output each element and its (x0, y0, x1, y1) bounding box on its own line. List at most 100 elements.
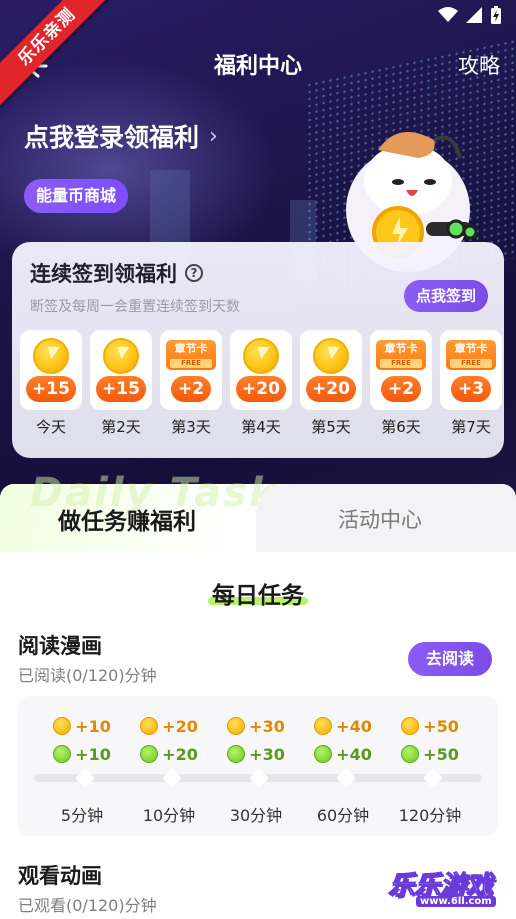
chevron-right-icon: › (209, 123, 218, 149)
green-reward: +30 (249, 744, 285, 764)
day-label: 第6天 (381, 418, 421, 436)
task-read-comics-name: 阅读漫画 (18, 634, 102, 658)
sign-in-day: +20 第4天 (230, 330, 292, 437)
chapter-card-text: 章节卡 (384, 342, 418, 355)
sign-in-title-text: 连续签到领福利 (30, 262, 177, 286)
green-reward: +10 (75, 744, 111, 764)
coin-icon (401, 717, 420, 735)
day-label: 第4天 (241, 418, 281, 436)
chapter-card-icon: 章节卡 FREE (446, 340, 496, 370)
task-panel: Daily Task 做任务赚福利 活动中心 每日任务 阅读漫画 已阅读(0/1… (0, 470, 516, 919)
reward-amount: +2 (381, 376, 421, 402)
sign-in-card: 连续签到领福利 ? 断签及每周一会重置连续签到天数 点我签到 +15 今天 +1… (12, 242, 504, 458)
task-watch-anime-progress: 已观看(0/120)分钟 (18, 896, 157, 915)
chapter-card-text: 章节卡 (454, 342, 488, 355)
coin-icon (103, 338, 139, 374)
coin-icon (33, 338, 69, 374)
login-text: 点我登录领福利 (24, 123, 200, 152)
day-label: 第3天 (171, 418, 211, 436)
reward-amount: +20 (236, 376, 286, 402)
tier-minutes: 60分钟 (316, 806, 370, 825)
day-reward-box: +20 (300, 330, 362, 410)
page-title: 福利中心 (213, 54, 302, 79)
energy-icon (140, 745, 159, 763)
guide-link[interactable]: 攻略 (458, 50, 500, 80)
tier-marker (162, 768, 182, 788)
tier-marker (423, 768, 443, 788)
tier-minutes: 5分钟 (60, 806, 104, 825)
reward-tier: +40 +40 (303, 712, 383, 768)
reward-tier: +10 +10 (42, 712, 122, 768)
coin-icon (227, 717, 246, 735)
sign-in-title: 连续签到领福利 ? (30, 258, 203, 288)
sign-in-subtitle: 断签及每周一会重置连续签到天数 (30, 299, 240, 315)
tier-minutes: 120分钟 (398, 806, 462, 825)
day-reward-box: 章节卡 FREE +2 (160, 330, 222, 410)
sign-in-day: +15 第2天 (90, 330, 152, 437)
reward-amount: +2 (171, 376, 211, 402)
coin-icon (313, 338, 349, 374)
chapter-card-text: 章节卡 (174, 342, 208, 355)
gold-reward: +50 (423, 716, 459, 736)
chapter-card-icon: 章节卡 FREE (166, 340, 216, 370)
free-tag: FREE (450, 359, 492, 368)
tier-minutes: 30分钟 (229, 806, 283, 825)
reward-tier: +20 +20 (129, 712, 209, 768)
task-read-comics-progress: 已阅读(0/120)分钟 (18, 666, 157, 685)
tier-marker (336, 768, 356, 788)
login-prompt[interactable]: 点我登录领福利 › (24, 118, 218, 154)
free-tag: FREE (170, 359, 212, 368)
free-tag: FREE (380, 359, 422, 368)
day-reward-box: 章节卡 FREE +2 (370, 330, 432, 410)
coin-icon (243, 338, 279, 374)
energy-icon (401, 745, 420, 763)
progress-track (34, 768, 482, 788)
sign-in-day: +15 今天 (20, 330, 82, 437)
tier-marker (249, 768, 269, 788)
energy-icon (53, 745, 72, 763)
daily-tasks-title: 每日任务 (212, 583, 304, 609)
sign-in-day: 章节卡 FREE +2 第3天 (160, 330, 222, 437)
green-reward: +40 (336, 744, 372, 764)
day-label: 第7天 (451, 418, 491, 436)
gold-reward: +40 (336, 716, 372, 736)
coin-icon (140, 717, 159, 735)
day-label: 第2天 (101, 418, 141, 436)
day-reward-box: +15 (90, 330, 152, 410)
green-reward: +50 (423, 744, 459, 764)
task-watch-anime-name: 观看动画 (18, 864, 102, 888)
reward-amount: +3 (451, 376, 491, 402)
coin-icon (53, 717, 72, 735)
go-read-button[interactable]: 去阅读 (407, 642, 492, 676)
tab-activity-center[interactable]: 活动中心 (338, 504, 422, 534)
day-reward-box: +15 (20, 330, 82, 410)
day-label: 第5天 (311, 418, 351, 436)
site-watermark-logo: 乐乐游戏 www.6ll.com (387, 865, 508, 911)
energy-icon (227, 745, 246, 763)
energy-coin-shop-button[interactable]: 能量币商城 (24, 179, 129, 213)
sign-in-button[interactable]: 点我签到 (403, 280, 488, 312)
day-reward-box: +20 (230, 330, 292, 410)
battery-charging-icon (491, 6, 501, 24)
day-label: 今天 (35, 418, 66, 436)
sign-in-day: 章节卡 FREE +3 第7天 (440, 330, 502, 437)
tab-earn-tasks[interactable]: 做任务赚福利 (58, 502, 196, 536)
wifi-icon (438, 7, 458, 22)
reward-amount: +20 (306, 376, 356, 402)
sign-in-day: 章节卡 FREE +2 第6天 (370, 330, 432, 437)
reward-amount: +15 (26, 376, 76, 402)
energy-icon (314, 745, 333, 763)
gold-reward: +20 (162, 716, 198, 736)
signal-icon (466, 7, 482, 23)
tier-marker (75, 768, 95, 788)
reward-amount: +15 (96, 376, 146, 402)
sign-in-days: +15 今天 +15 第2天 章节卡 FREE +2 第3天 +20 第4天 +… (20, 330, 502, 437)
help-icon[interactable]: ? (185, 264, 203, 282)
reward-tier: +30 +30 (216, 712, 296, 768)
chapter-card-icon: 章节卡 FREE (376, 340, 426, 370)
green-reward: +20 (162, 744, 198, 764)
day-reward-box: 章节卡 FREE +3 (440, 330, 502, 410)
gold-reward: +10 (75, 716, 111, 736)
sign-in-day: +20 第5天 (300, 330, 362, 437)
reward-tier: +50 +50 (390, 712, 470, 768)
